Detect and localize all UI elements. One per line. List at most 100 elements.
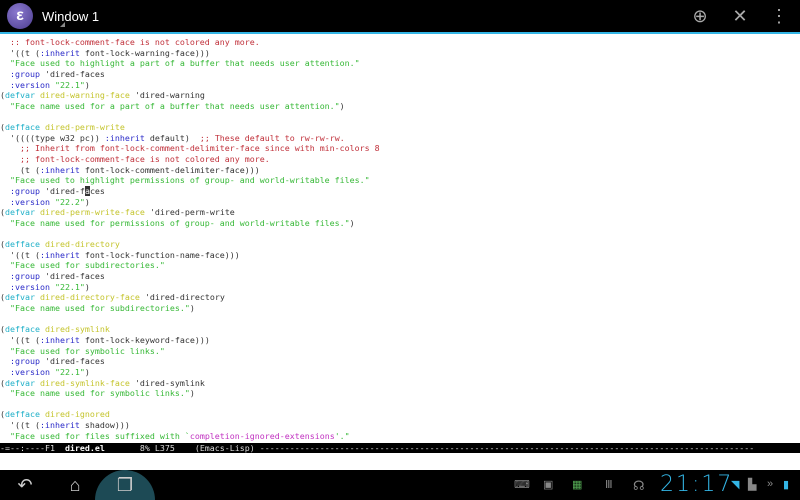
code-token: :group (0, 271, 40, 281)
code-token: ) (190, 303, 195, 313)
title-bar: ε Window 1 ⊕ ✕ ⋮ (0, 0, 800, 32)
code-token: "Face used for subdirectories." (0, 260, 165, 270)
overflow-menu-icon[interactable]: ⋮ (768, 5, 790, 27)
code-line: '((t (:inherit font-lock-function-name-f… (0, 250, 800, 261)
clock[interactable]: 21:17 (660, 472, 733, 497)
code-token: ;; Inherit from font-lock-comment-delimi… (0, 143, 380, 153)
home-icon[interactable]: ⌂ (60, 474, 90, 496)
code-line: :version "22.2") (0, 197, 800, 208)
code-token: dired-perm-write (45, 122, 125, 132)
code-token: default) (145, 133, 200, 143)
code-token: :inherit (40, 420, 80, 430)
code-token: ) (85, 282, 90, 292)
code-token: :version (0, 197, 50, 207)
code-token: dired-directory (45, 239, 120, 249)
code-token: defface (5, 409, 40, 419)
code-token: font-lock-comment-delimiter-face))) (80, 165, 260, 175)
code-token: completion-ignored-extensions (190, 431, 335, 441)
code-token: font-lock-keyword-face))) (80, 335, 210, 345)
close-icon[interactable]: ✕ (729, 5, 751, 27)
code-token: :inherit (40, 250, 80, 260)
code-token: 'dired-faces (40, 356, 105, 366)
code-line: :group 'dired-faces (0, 356, 800, 367)
modeline-buffer-name: dired.el (65, 443, 105, 453)
code-token: defface (5, 239, 40, 249)
code-token: :version (0, 282, 50, 292)
code-line (0, 229, 800, 240)
keyboard-icon[interactable]: ⌨ (514, 478, 530, 491)
code-line: "Face name used for permissions of group… (0, 218, 800, 229)
code-token: "22.1" (50, 367, 85, 377)
code-line (0, 314, 800, 325)
code-token: ) (340, 101, 345, 111)
code-token: ;; These default to rw-rw-rw. (200, 133, 345, 143)
code-token: :: font-lock-comment-face is not colored… (0, 37, 260, 47)
code-token: :version (0, 80, 50, 90)
code-line: (defvar dired-perm-write-face 'dired-per… (0, 207, 800, 218)
modeline-status: -=--:----F1 (0, 443, 65, 453)
code-line: :: font-lock-comment-face is not colored… (0, 37, 800, 48)
add-icon[interactable]: ⊕ (689, 5, 711, 27)
code-token: "Face used for files suffixed with ` (0, 431, 190, 441)
code-token: '((((type w32 pc)) (0, 133, 105, 143)
code-line: (defvar dired-directory-face 'dired-dire… (0, 292, 800, 303)
emacs-icon[interactable]: ε (7, 3, 33, 29)
code-line: :group 'dired-faces (0, 271, 800, 282)
code-token: font-lock-warning-face))) (80, 48, 210, 58)
code-token: defvar (5, 90, 35, 100)
code-token: defface (5, 324, 40, 334)
code-token: :inherit (40, 335, 80, 345)
dropdown-indicator-icon (60, 22, 65, 27)
code-token: 'dired-directory (140, 292, 225, 302)
code-line: "Face used for symbolic links." (0, 346, 800, 357)
code-token: defvar (5, 207, 35, 217)
code-token: ) (85, 367, 90, 377)
code-token: defvar (5, 292, 35, 302)
code-token: dired-ignored (45, 409, 110, 419)
code-line: "Face name used for subdirectories.") (0, 303, 800, 314)
code-token: "Face name used for subdirectories." (0, 303, 190, 313)
code-line: (defface dired-directory (0, 239, 800, 250)
storage-icon[interactable]: Ⅲ (605, 478, 613, 491)
code-token: :inherit (105, 133, 145, 143)
code-token: "22.1" (50, 282, 85, 292)
code-token: "Face used to highlight permissions of g… (0, 175, 370, 185)
minibuffer[interactable] (0, 453, 800, 470)
screenshot-icon[interactable]: ▣ (543, 478, 553, 491)
code-token: "Face name used for permissions of group… (0, 218, 350, 228)
code-token: dired-symlink-face (40, 378, 130, 388)
code-token: "Face name used for symbolic links." (0, 388, 190, 398)
code-token: 'dired-faces (40, 271, 105, 281)
editor-buffer[interactable]: :: font-lock-comment-face is not colored… (0, 34, 800, 443)
code-line: (defvar dired-symlink-face 'dired-symlin… (0, 378, 800, 389)
code-token: :group (0, 186, 40, 196)
code-token: 'dired-warning (130, 90, 205, 100)
code-line: (defvar dired-warning-face 'dired-warnin… (0, 90, 800, 101)
code-token: '((t ( (0, 48, 40, 58)
code-token: :inherit (40, 48, 80, 58)
recent-apps-icon[interactable]: ❐ (110, 474, 140, 496)
code-line: ;; Inherit from font-lock-comment-delimi… (0, 143, 800, 154)
code-token: "Face used to highlight a part of a buff… (0, 58, 360, 68)
code-line: :version "22.1") (0, 80, 800, 91)
code-line: :group 'dired-faces (0, 186, 800, 197)
code-token: dired-directory-face (40, 292, 140, 302)
code-line: (defface dired-perm-write (0, 122, 800, 133)
window-title[interactable]: Window 1 (42, 9, 99, 24)
code-token: ;; font-lock-comment-face is not colored… (0, 154, 270, 164)
code-token: "Face name used for a part of a buffer t… (0, 101, 340, 111)
code-line: :version "22.1") (0, 282, 800, 293)
code-token: 'dired-f (40, 186, 85, 196)
code-token: dired-warning-face (40, 90, 130, 100)
app-notification-icon[interactable]: ▦ (572, 478, 582, 491)
code-line: "Face used for subdirectories." (0, 260, 800, 271)
code-line: :group 'dired-faces (0, 69, 800, 80)
code-line: (defface dired-ignored (0, 409, 800, 420)
code-line (0, 399, 800, 410)
headphones-icon[interactable]: ☊ (633, 478, 645, 494)
code-line: "Face used to highlight permissions of g… (0, 175, 800, 186)
back-icon[interactable]: ↶ (10, 474, 40, 496)
code-token: "22.2" (50, 197, 85, 207)
code-line (0, 111, 800, 122)
code-line: :version "22.1") (0, 367, 800, 378)
